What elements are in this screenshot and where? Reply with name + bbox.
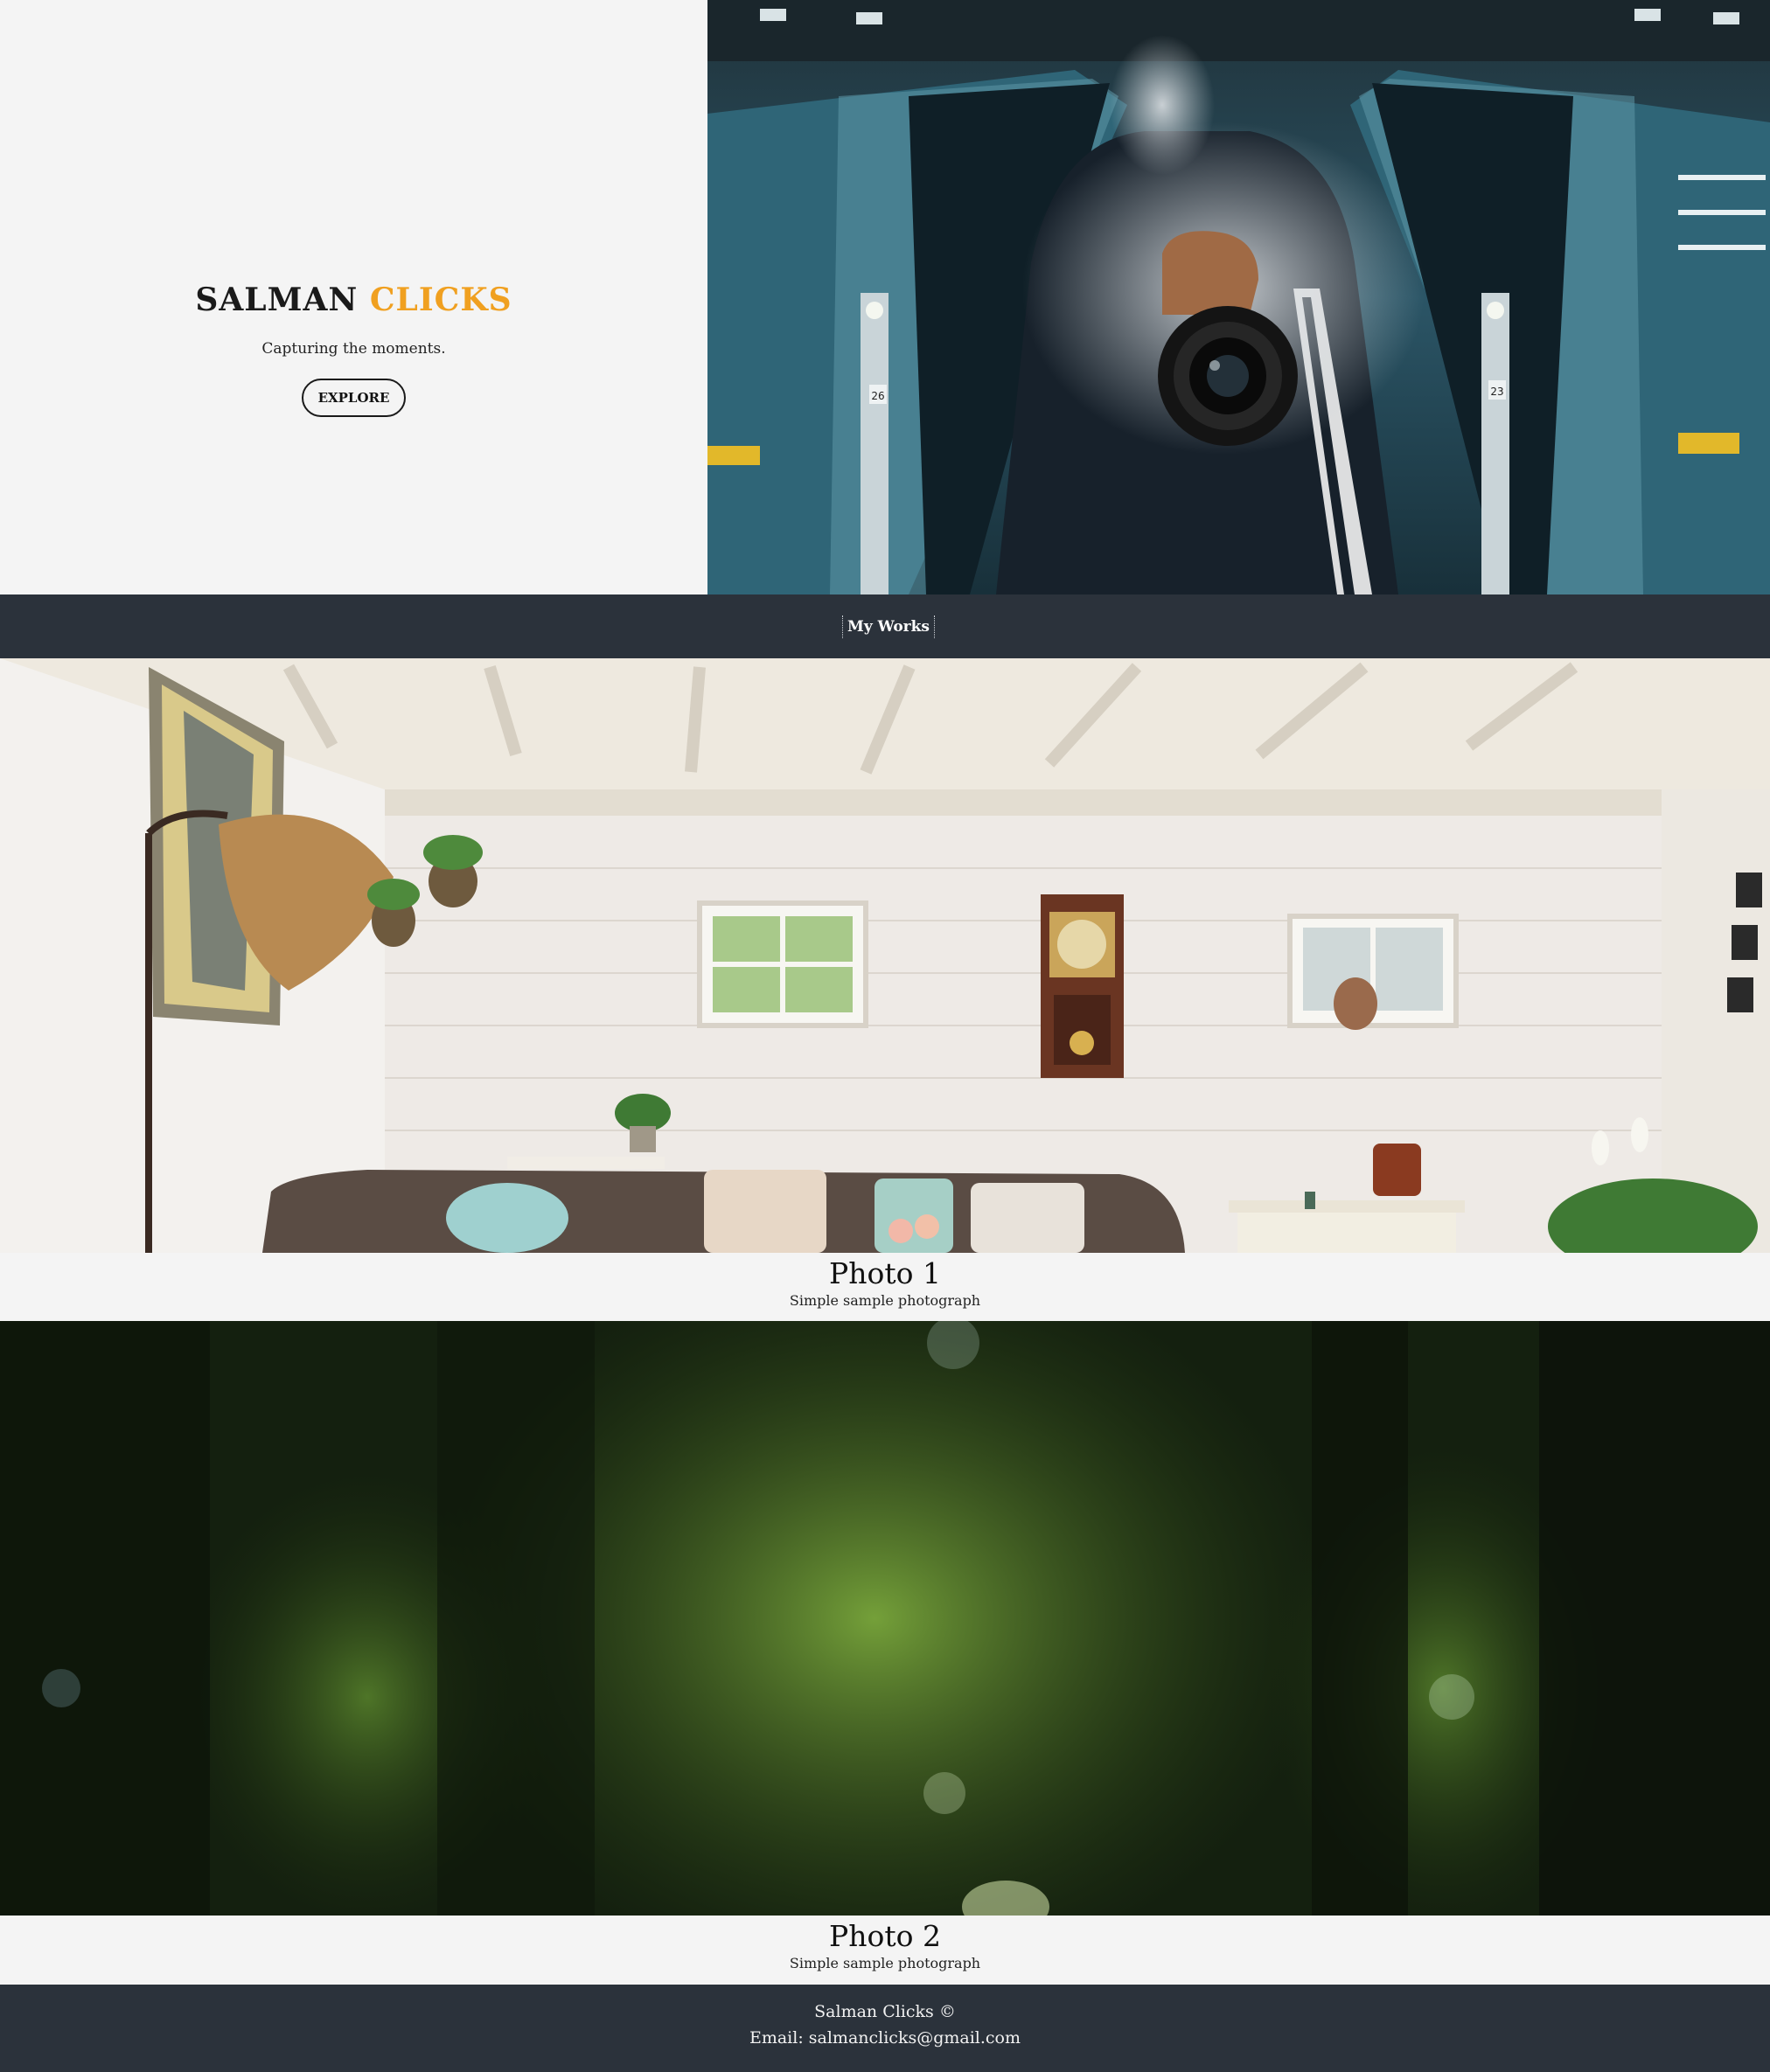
hero-section: SALMAN CLICKS Capturing the moments. EXP… — [0, 0, 1770, 594]
photo-2-description: Simple sample photograph — [789, 1955, 981, 1971]
explore-button[interactable]: EXPLORE — [302, 379, 406, 417]
tagline: Capturing the moments. — [261, 340, 446, 358]
gallery-photo-1-image — [0, 658, 1770, 1253]
hero-photo-art: 26 23 — [707, 0, 1770, 594]
brand-title-first: SALMAN — [195, 282, 359, 318]
photo-2-title: Photo 2 — [829, 1919, 941, 1953]
brand-title-accent: CLICKS — [369, 282, 512, 318]
footer-email[interactable]: Email: salmanclicks@gmail.com — [0, 2025, 1770, 2051]
photo-1-description: Simple sample photograph — [789, 1292, 981, 1309]
gallery-photo-2-image — [0, 1321, 1770, 1916]
hero-text-panel: SALMAN CLICKS Capturing the moments. EXP… — [0, 0, 707, 594]
escalator-number-left: 26 — [871, 390, 884, 402]
footer-copyright: Salman Clicks © — [814, 2002, 956, 2021]
nav-my-works-link[interactable]: My Works — [842, 615, 935, 638]
forest-bokeh-photo-art — [0, 1321, 1770, 1916]
site-footer: Salman Clicks © Email: salmanclicks@gmai… — [0, 1985, 1770, 2072]
photo-1-title: Photo 1 — [829, 1256, 941, 1290]
gallery-caption-2: Photo 2 Simple sample photograph — [0, 1919, 1770, 1973]
brand-title: SALMAN CLICKS — [0, 282, 707, 318]
living-room-photo-art — [0, 658, 1770, 1253]
gallery-caption-1: Photo 1 Simple sample photograph — [0, 1256, 1770, 1311]
escalator-number-right: 23 — [1490, 386, 1503, 398]
hero-photographer-image: 26 23 — [707, 0, 1770, 594]
main-navbar: My Works — [0, 594, 1770, 658]
